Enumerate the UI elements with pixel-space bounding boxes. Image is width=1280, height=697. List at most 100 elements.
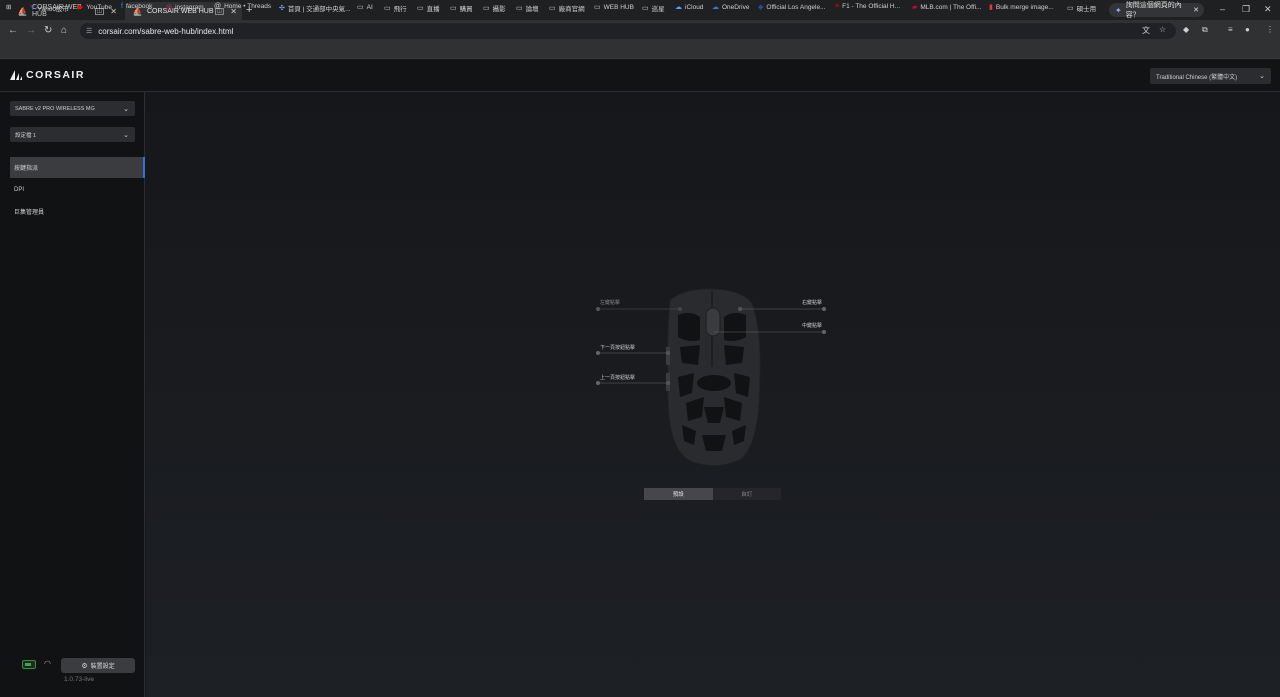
site-info-icon[interactable]: ☰ — [86, 27, 92, 35]
folder-icon: ▭ — [642, 5, 649, 12]
bookmark-label: iCloud — [685, 3, 704, 11]
bookmark-item[interactable]: ✣ 首頁 | 交通部中央氣... — [279, 3, 351, 13]
bookmark-label: 論壇 — [525, 6, 539, 13]
bookmark-folder[interactable]: ▭ 攝影 — [483, 3, 506, 13]
url-text: corsair.com/sabre-web-hub/index.html — [98, 26, 234, 36]
bookmark-folder[interactable]: ▭ WEB HUB — [594, 3, 634, 12]
bookmark-label: 購買 — [459, 6, 473, 13]
bookmark-label: Yahoo股市 — [37, 6, 69, 13]
folder-icon: ▭ — [516, 5, 523, 12]
folder-icon: ▭ — [417, 5, 424, 12]
device-settings-label: 裝置設定 — [90, 664, 115, 670]
youtube-icon: ▶ — [78, 4, 84, 11]
extension-icon[interactable]: ◆ — [1183, 25, 1189, 34]
bookmark-item[interactable]: ☁ iCloud — [675, 3, 704, 12]
f1-icon: ≡ — [835, 3, 840, 10]
folder-icon: ▭ — [1067, 5, 1074, 12]
bookmark-label: AI — [366, 3, 373, 11]
bookmark-star-icon[interactable]: ☆ — [1159, 25, 1166, 34]
bookmark-folder[interactable]: ▭ 論壇 — [516, 3, 539, 13]
bookmark-item[interactable]: ◎ instagram — [166, 3, 204, 12]
mode-toggle: 預設 自訂 — [644, 488, 781, 500]
back-icon[interactable]: ← — [8, 25, 18, 36]
left-click-label[interactable]: 左鍵點擊 — [600, 299, 620, 306]
bookmark-label: MLB.com | The Offi... — [920, 3, 982, 11]
sidebar-item-macro-manager[interactable]: 巨集管理員 — [10, 201, 145, 222]
bookmark-label: YouTube — [86, 3, 112, 11]
close-icon[interactable]: ✕ — [1193, 6, 1199, 14]
address-bar[interactable]: ☰ corsair.com/sabre-web-hub/index.html — [80, 23, 1176, 39]
bookmark-folder[interactable]: ▭ AI — [357, 3, 373, 12]
bookmark-item[interactable]: ▰ MLB.com | The Offi... — [912, 3, 982, 12]
folder-icon: ▭ — [384, 5, 391, 12]
bookmark-folder[interactable]: ▭ 碩士用 — [1067, 3, 1096, 13]
bookmark-label: 巡星 — [651, 6, 665, 13]
folder-icon: ▭ — [594, 4, 601, 11]
facebook-icon: f — [121, 3, 123, 10]
bookmark-label: 廠商官網 — [558, 6, 585, 13]
bookmark-folder[interactable]: ▭ 廠商官網 — [549, 3, 585, 13]
bookmark-folder[interactable]: ▭ 直播 — [417, 3, 440, 13]
right-click-label[interactable]: 右鍵點擊 — [802, 299, 822, 306]
bookmarks-bar — [0, 42, 1280, 59]
home-icon[interactable]: ⌂ — [61, 25, 67, 36]
bookmark-item[interactable]: ≡ F1 - The Official H... — [835, 3, 900, 10]
menu-icon[interactable]: ⋮ — [1266, 25, 1274, 34]
language-select[interactable]: Traditional Chinese (繁體中文) ⌄ — [1150, 68, 1271, 84]
profile-select[interactable]: 設定檔 1 ⌄ — [10, 127, 135, 142]
bookmark-label: Home • Threads — [224, 3, 272, 10]
chevron-down-icon: ⌄ — [123, 105, 129, 113]
translate-icon[interactable]: 文 — [1142, 25, 1150, 36]
sparkle-icon: ✦ — [1115, 5, 1122, 15]
logo-text: CORSAIR — [26, 69, 85, 81]
back-button-label[interactable]: 上一頁按鈕點擊 — [600, 374, 635, 381]
sidebar-item-label: DPI — [14, 186, 25, 193]
forward-icon[interactable]: → — [26, 25, 36, 36]
custom-option[interactable]: 自訂 — [713, 488, 782, 500]
bookmark-item[interactable]: ◆ Official Los Angele... — [758, 3, 826, 12]
pdf-icon: ▮ — [989, 4, 993, 11]
sidebar-item-label: 按鍵指派 — [14, 166, 39, 172]
restore-button[interactable]: ❐ — [1242, 4, 1250, 15]
bookmark-label: OneDrive — [722, 3, 750, 11]
bookmark-label: 碩士用 — [1076, 6, 1097, 13]
profile-select-value: 設定檔 1 — [15, 132, 37, 139]
middle-click-label[interactable]: 中鍵點擊 — [802, 322, 822, 329]
ask-page-chip[interactable]: ✦ 詢問這個網頁的內容？ ✕ — [1109, 2, 1204, 19]
icloud-icon: ☁ — [675, 4, 682, 11]
device-select[interactable]: SABRE v2 PRO WIRELESS MG ⌄ — [10, 101, 135, 116]
bookmark-label: 飛行 — [393, 6, 407, 13]
bookmark-item[interactable]: ▮ Bulk merge image... — [989, 3, 1054, 12]
preset-option[interactable]: 預設 — [644, 488, 713, 500]
folder-icon: ▭ — [450, 5, 457, 12]
chevron-down-icon: ⌄ — [1259, 73, 1265, 80]
extensions-puzzle-icon[interactable]: ⧉ — [1202, 25, 1208, 35]
forward-button-label[interactable]: 下一頁按鈕點擊 — [600, 344, 635, 351]
device-settings-button[interactable]: ⚙ 裝置設定 — [61, 658, 135, 673]
bookmark-item[interactable]: Y Yahoo股市 — [30, 3, 69, 14]
bookmark-item[interactable]: ▶ YouTube — [78, 3, 112, 12]
bookmark-label: F1 - The Official H... — [842, 3, 901, 10]
app-header — [0, 60, 1280, 92]
sidebar-item-key-assignment[interactable]: 按鍵指派 — [10, 157, 145, 178]
bookmark-item[interactable]: f facebook — [121, 3, 152, 10]
reload-icon[interactable]: ↻ — [44, 25, 52, 36]
bookmark-folder[interactable]: ▭ 飛行 — [384, 3, 407, 13]
bookmark-label: 攝影 — [492, 6, 506, 13]
battery-icon — [22, 660, 36, 669]
gear-icon: ⚙ — [81, 662, 88, 670]
onedrive-icon: ☁ — [712, 4, 719, 11]
apps-grid-icon[interactable]: ⊞ — [6, 3, 11, 11]
bookmark-item[interactable]: ☁ OneDrive — [712, 3, 750, 12]
bookmark-item[interactable]: @ Home • Threads — [214, 3, 271, 10]
media-icon[interactable]: ≡ — [1228, 25, 1233, 34]
bookmark-folder[interactable]: ▭ 巡星 — [642, 3, 665, 13]
profile-avatar[interactable]: ● — [1245, 25, 1250, 34]
device-select-value: SABRE v2 PRO WIRELESS MG — [15, 105, 95, 112]
close-window-button[interactable]: ✕ — [1264, 4, 1272, 15]
instagram-icon: ◎ — [166, 4, 173, 11]
bookmark-folder[interactable]: ▭ 購買 — [450, 3, 473, 13]
minimize-button[interactable]: – — [1220, 4, 1225, 14]
sidebar-item-dpi[interactable]: DPI — [10, 179, 145, 200]
wireless-icon: ◠ — [44, 659, 51, 668]
